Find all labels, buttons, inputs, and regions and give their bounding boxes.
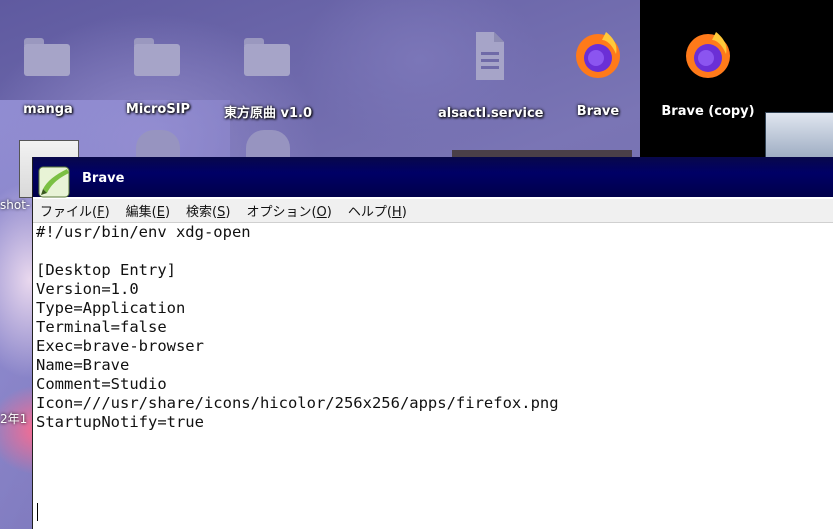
folder-icon: [22, 30, 74, 82]
desktop-icon-touhou[interactable]: 東方原曲 v1.0: [218, 30, 318, 121]
window-titlebar[interactable]: Brave: [33, 157, 833, 197]
folder-icon: [242, 30, 294, 82]
text-editor-area[interactable]: #!/usr/bin/env xdg-open [Desktop Entry] …: [33, 223, 833, 529]
desktop-icon-alsactl[interactable]: alsactl.service: [438, 30, 544, 121]
menu-edit[interactable]: 編集(E): [125, 199, 171, 222]
text-editor-icon: [38, 166, 70, 198]
desktop-icon-microsip[interactable]: MicroSIP: [108, 30, 208, 117]
folder-icon: [132, 30, 184, 82]
desktop-icon-manga[interactable]: manga: [0, 30, 98, 117]
desktop-icon-label: manga: [23, 102, 73, 117]
menu-file[interactable]: ファイル(F): [39, 199, 111, 222]
menu-bar: ファイル(F) 編集(E) 検索(S) オプション(O) ヘルプ(H): [33, 199, 833, 223]
menu-search[interactable]: 検索(S): [185, 199, 231, 222]
desktop-icon-label: MicroSIP: [125, 102, 191, 117]
desktop-icon-label: 東方原曲 v1.0: [223, 106, 313, 121]
text-editor-window: Brave ファイル(F) 編集(E) 検索(S) オプション(O) ヘルプ(H…: [32, 157, 833, 529]
desktop-partial-icon: [136, 130, 180, 160]
desktop-icon-label: alsactl.service: [438, 106, 544, 121]
editor-content[interactable]: #!/usr/bin/env xdg-open [Desktop Entry] …: [36, 223, 833, 432]
text-caret: [37, 503, 38, 521]
menu-help[interactable]: ヘルプ(H): [347, 199, 408, 222]
desktop-icon-brave[interactable]: Brave: [548, 28, 648, 119]
partial-date-label: 2年1: [0, 412, 28, 426]
desktop-icon-brave-copy[interactable]: Brave (copy): [658, 28, 758, 119]
desktop-partial-icon: [246, 130, 290, 160]
window-title: Brave: [82, 171, 125, 186]
desktop-icon-label: Brave: [576, 104, 620, 119]
document-icon: [476, 32, 504, 80]
firefox-icon: [686, 32, 730, 78]
menu-options[interactable]: オプション(O): [245, 199, 332, 222]
firefox-icon: [576, 32, 620, 78]
desktop-icon-label: Brave (copy): [661, 104, 755, 119]
desktop-thumbnail[interactable]: [765, 112, 833, 162]
partial-desktop-label: shot-: [0, 198, 31, 212]
